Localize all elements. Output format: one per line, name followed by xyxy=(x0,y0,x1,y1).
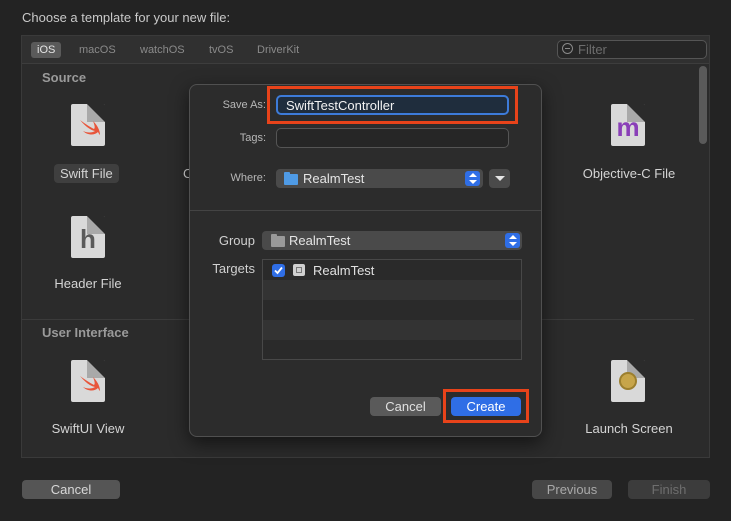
launch-badge-icon xyxy=(619,372,637,390)
tab-macos[interactable]: macOS xyxy=(73,42,122,58)
list-row-empty xyxy=(263,280,521,300)
section-title-source: Source xyxy=(42,70,87,85)
filter-field[interactable]: Filter xyxy=(557,40,707,59)
filter-icon xyxy=(562,43,573,54)
folder-icon xyxy=(284,172,298,185)
expand-button[interactable] xyxy=(489,169,510,188)
tab-watchos[interactable]: watchOS xyxy=(134,42,191,58)
where-label: Where: xyxy=(230,172,266,184)
swift-bird-icon xyxy=(80,376,100,391)
group-value: RealmTest xyxy=(289,233,351,248)
dialog-divider xyxy=(190,210,541,211)
template-objc-file[interactable]: Objective-C File xyxy=(569,166,689,181)
tab-ios[interactable]: iOS xyxy=(31,42,62,58)
template-swift-file[interactable]: Swift File xyxy=(54,164,119,183)
group-popup[interactable]: RealmTest xyxy=(262,231,522,250)
header-file-icon: h xyxy=(71,216,105,258)
where-value: RealmTest xyxy=(303,171,365,186)
target-name: RealmTest xyxy=(313,263,375,278)
objc-file-icon: m xyxy=(611,104,645,146)
dialog-cancel-button[interactable]: Cancel xyxy=(370,397,441,416)
objc-glyph: m xyxy=(616,112,640,142)
where-stepper-icon xyxy=(465,171,480,186)
template-header-file[interactable]: Header File xyxy=(28,276,148,291)
tab-driverkit[interactable]: DriverKit xyxy=(251,42,305,58)
header-glyph: h xyxy=(80,224,96,254)
save-as-highlight xyxy=(267,86,518,124)
group-label: Group xyxy=(218,233,255,248)
group-folder-icon xyxy=(271,234,285,247)
target-app-icon xyxy=(293,264,305,276)
swift-bird-icon xyxy=(80,120,100,135)
list-row-empty xyxy=(263,320,521,340)
group-stepper-icon xyxy=(505,233,520,248)
target-row[interactable]: RealmTest xyxy=(263,260,521,280)
finish-button[interactable]: Finish xyxy=(628,480,710,499)
create-highlight xyxy=(443,389,529,423)
where-popup[interactable]: RealmTest xyxy=(276,169,483,188)
tab-tvos[interactable]: tvOS xyxy=(203,42,239,58)
filter-placeholder: Filter xyxy=(578,42,607,57)
previous-button[interactable]: Previous xyxy=(532,480,612,499)
section-title-user-interface: User Interface xyxy=(42,325,129,340)
targets-list: RealmTest xyxy=(262,259,522,360)
swift-file-icon xyxy=(71,104,105,146)
template-launch-screen[interactable]: Launch Screen xyxy=(569,421,689,436)
targets-label: Targets xyxy=(212,261,255,276)
target-checkbox[interactable] xyxy=(272,264,285,277)
chevron-down-icon xyxy=(495,176,505,181)
tags-field[interactable] xyxy=(276,128,509,148)
cancel-button[interactable]: Cancel xyxy=(22,480,120,499)
scrollbar-thumb[interactable] xyxy=(699,66,707,144)
launch-screen-icon xyxy=(611,360,645,402)
tags-label: Tags: xyxy=(239,132,266,144)
swiftui-file-icon xyxy=(71,360,105,402)
save-as-label: Save As: xyxy=(222,99,266,111)
page-title: Choose a template for your new file: xyxy=(22,10,231,25)
template-swiftui-view[interactable]: SwiftUI View xyxy=(28,421,148,436)
checkmark-icon xyxy=(274,266,283,275)
